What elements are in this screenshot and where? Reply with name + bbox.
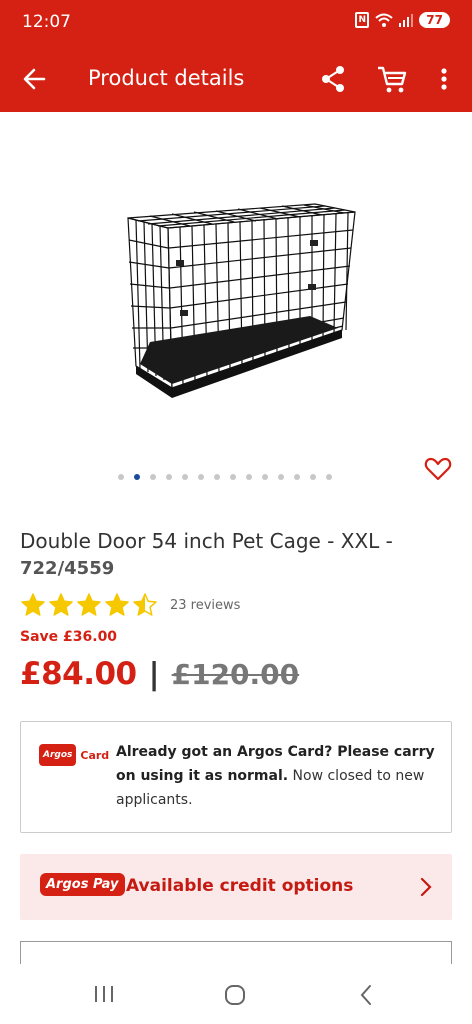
wifi-icon xyxy=(375,13,393,27)
chevron-right-icon xyxy=(420,877,432,897)
argos-logo-card-text: Card xyxy=(80,748,110,762)
star-full-icon xyxy=(49,593,73,616)
app-bar: Product details xyxy=(0,50,472,106)
carousel-dot[interactable] xyxy=(246,474,252,480)
credit-options-button[interactable]: Argos Pay Available credit options xyxy=(20,854,452,920)
app-header: 12:07 N 77 Product details xyxy=(0,0,472,112)
carousel-dot[interactable] xyxy=(198,474,204,480)
star-full-icon xyxy=(105,593,129,616)
star-half-icon xyxy=(133,593,157,616)
carousel-dot[interactable] xyxy=(182,474,188,480)
home-icon[interactable] xyxy=(224,984,246,1006)
carousel-dot[interactable] xyxy=(118,474,124,480)
carousel-dot[interactable] xyxy=(278,474,284,480)
carousel-dot[interactable] xyxy=(230,474,236,480)
original-price: £120.00 xyxy=(171,657,300,691)
cart-icon[interactable] xyxy=(376,64,408,94)
heart-icon[interactable] xyxy=(424,456,452,482)
current-price: £84.00 xyxy=(20,656,137,692)
carousel-dot[interactable] xyxy=(166,474,172,480)
star-full-icon xyxy=(77,593,101,616)
reviews-count[interactable]: 23 reviews xyxy=(170,598,240,613)
save-amount: Save £36.00 xyxy=(20,629,118,645)
carousel-dot[interactable] xyxy=(326,474,332,480)
argos-card-logo: Argos Card xyxy=(39,744,109,766)
carousel-dot[interactable] xyxy=(294,474,300,480)
status-bar: 12:07 N 77 xyxy=(0,0,472,44)
star-full-icon xyxy=(21,593,45,616)
system-icons: N 77 xyxy=(355,12,450,28)
argos-card-message: Already got an Argos Card? Please carry … xyxy=(116,740,436,812)
product-name: Double Door 54 inch Pet Cage - XXL - xyxy=(20,529,393,553)
product-title: Double Door 54 inch Pet Cage - XXL - 722… xyxy=(20,528,440,582)
argos-logo-badge: Argos xyxy=(39,744,77,766)
image-carousel-dots[interactable] xyxy=(118,474,332,480)
system-back-icon[interactable] xyxy=(358,983,374,1007)
signal-icon xyxy=(399,14,414,27)
nfc-icon: N xyxy=(355,12,370,28)
price-row: £84.00 | £120.00 xyxy=(20,656,299,692)
star-rating xyxy=(20,592,158,618)
page-title: Product details xyxy=(88,66,245,90)
carousel-dot[interactable] xyxy=(310,474,316,480)
carousel-dot[interactable] xyxy=(262,474,268,480)
credit-options-label: Available credit options xyxy=(126,876,354,896)
back-arrow-icon[interactable] xyxy=(20,64,50,94)
argos-card-notice: Argos Card Already got an Argos Card? Pl… xyxy=(20,721,452,833)
status-time: 12:07 xyxy=(22,12,71,32)
more-options-icon[interactable] xyxy=(432,64,456,94)
system-nav-bar xyxy=(0,964,472,1024)
product-code: 722/4559 xyxy=(20,558,115,579)
carousel-dot[interactable] xyxy=(214,474,220,480)
recent-apps-icon[interactable] xyxy=(92,984,116,1004)
argos-pay-logo: Argos Pay xyxy=(40,873,125,896)
share-icon[interactable] xyxy=(318,64,348,94)
rating-row[interactable]: 23 reviews xyxy=(20,592,240,618)
carousel-dot[interactable] xyxy=(134,474,140,480)
battery-icon: 77 xyxy=(419,12,450,28)
product-image[interactable] xyxy=(110,190,370,410)
price-separator: | xyxy=(148,656,160,692)
carousel-dot[interactable] xyxy=(150,474,156,480)
